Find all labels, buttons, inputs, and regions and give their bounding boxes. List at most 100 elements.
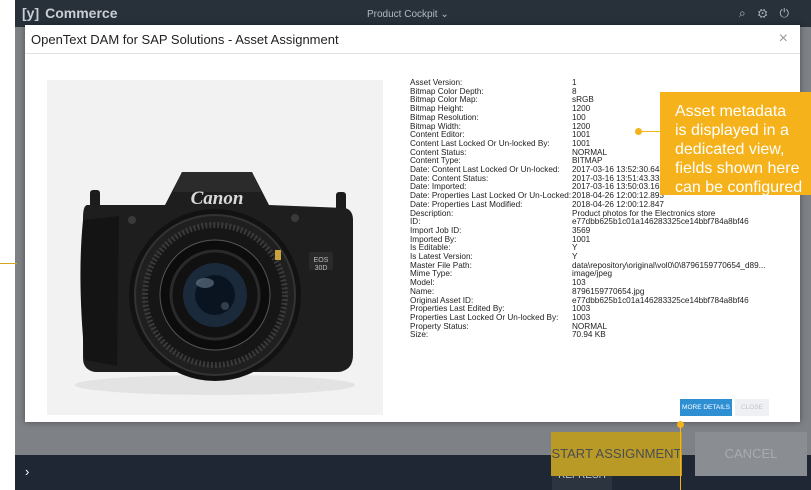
metadata-value: Product photos for the Electronics store [572,209,716,218]
dialog-header: OpenText DAM for SAP Solutions - Asset A… [25,25,800,54]
metadata-row: Properties Last Locked Or Un-locked By: 1… [410,314,790,323]
perspective-selector[interactable]: Product Cockpit ⌄ [367,9,449,20]
metadata-label: Content Type: [410,157,461,166]
metadata-value: image/jpeg [572,270,613,279]
metadata-label: ID: [410,218,421,227]
search-icon[interactable]: ⌕ [739,6,758,20]
brand: [y] Commerce [22,5,118,21]
metadata-value: Y [572,253,578,262]
cancel-button[interactable]: CANCEL [695,432,807,476]
metadata-label: Bitmap Color Depth: [410,87,484,96]
metadata-row: Property Status: NORMAL [410,323,790,332]
more-details-annotation-line [680,425,681,490]
metadata-label: Bitmap Width: [410,122,461,131]
callout-line-text: can be configured [675,179,803,195]
dialog-title: OpenText DAM for SAP Solutions - Asset A… [31,32,339,47]
metadata-label: Content Last Locked Or Un-locked By: [410,139,550,148]
metadata-value: 1003 [572,313,591,322]
metadata-label: Import Job ID: [410,226,462,235]
metadata-label: Date: Imported: [410,183,467,192]
metadata-value: 1001 [572,235,591,244]
metadata-label: Date: Properties Last Locked Or Un-Locke… [410,192,572,201]
top-icons: ⌕⚙⏻ [739,6,801,21]
metadata-row: Master File Path: data\repository\origina… [410,262,790,271]
metadata-value: 2018-04-26 12:00:12.847 [572,200,664,209]
metadata-row: Name: 8796159770654.jpg [410,288,790,297]
metadata-label: Name: [410,287,435,296]
bottom-bar: › [15,455,811,490]
callout-connector-line [640,131,661,132]
annotation-line-left [0,263,17,264]
metadata-label: Mime Type: [410,270,453,279]
metadata-label: Date: Content Last Locked Or Un-locked: [410,166,560,175]
metadata-label: Imported By: [410,235,457,244]
brand-name: Commerce [45,5,118,21]
metadata-value: 8796159770654.jpg [572,287,645,296]
metadata-label: Size: [410,331,429,340]
metadata-value: 3569 [572,226,591,235]
camera-image: Canon EOS 30D [47,80,383,415]
callout-line-text: dedicated view, [675,141,785,158]
metadata-row: Model: 103 [410,279,790,288]
callout-line-text: fields shown here [675,160,800,177]
callout-line-text: is displayed in a [675,122,789,139]
metadata-row: Asset Version: 1 [410,79,790,88]
metadata-value: 70.94 KB [572,331,606,340]
metadata-label: Model: [410,279,435,288]
metadata-row: Is Editable: Y [410,244,790,253]
metadata-value: e77dbb625b1c01a146283325ce14bbf784a8bf46 [572,296,749,305]
metadata-row: Import Job ID: 3569 [410,227,790,236]
settings-icon[interactable]: ⚙ [758,6,780,20]
metadata-value: 103 [572,279,586,288]
perspective-label: Product Cockpit [367,9,438,20]
metadata-label: Is Editable: [410,244,451,253]
metadata-value: Y [572,244,578,253]
metadata-label: Date: Content Status: [410,174,489,183]
metadata-callout: Asset metadata is displayed in a dedicated… [660,92,811,195]
metadata-row: Description: Product photos for the Elect… [410,210,790,219]
metadata-label: Description: [410,209,454,218]
svg-text:EOS: EOS [314,257,329,264]
svg-text:30D: 30D [315,265,328,272]
metadata-row: Is Latest Version: Y [410,253,790,262]
metadata-label: Bitmap Color Map: [410,96,478,105]
metadata-label: Content Status: [410,148,467,157]
metadata-row: Original Asset ID: e77dbb625b1c01a1462833… [410,297,790,306]
callout-connector-dot [635,128,642,135]
asset-assignment-dialog: OpenText DAM for SAP Solutions - Asset A… [25,25,800,422]
metadata-row: Date: Properties Last Modified: 2018-04-2… [410,201,790,210]
metadata-label: Master File Path: [410,261,472,270]
metadata-label: Property Status: [410,322,469,331]
metadata-label: Bitmap Height: [410,105,464,114]
metadata-row: Mime Type: image/jpeg [410,270,790,279]
metadata-row: Imported By: 1001 [410,236,790,245]
metadata-value: 1 [572,79,577,87]
metadata-value: e77dbb625b1c01a146283325ce14bbf784a8bf46 [572,218,749,227]
metadata-label: Original Asset ID: [410,296,474,305]
close-button[interactable]: CLOSE [735,399,769,416]
start-assignment-button[interactable]: START ASSIGNMENT [551,432,682,476]
metadata-value: data\repository\original\vol0\0\87961597… [572,261,766,270]
metadata-label: Is Latest Version: [410,253,473,262]
metadata-row: Properties Last Edited By: 1003 [410,305,790,314]
svg-text:Canon: Canon [191,188,244,209]
metadata-row: ID: e77dbb625b1c01a146283325ce14bbf784a8b… [410,218,790,227]
metadata-label: Properties Last Edited By: [410,305,505,314]
close-icon[interactable]: × [779,30,788,48]
metadata-label: Content Editor: [410,131,465,140]
metadata-value: 1003 [572,305,591,314]
metadata-label: Bitmap Resolution: [410,113,479,122]
top-bar: [y] Commerce Product Cockpit ⌄ ⌕⚙⏻ [15,0,811,27]
metadata-label: Asset Version: [410,79,463,87]
metadata-value: NORMAL [572,322,608,331]
sap-logo-icon: [y] [22,5,40,21]
metadata-label: Properties Last Locked Or Un-locked By: [410,313,559,322]
chevron-down-icon: ⌄ [440,9,449,20]
more-details-button[interactable]: MORE DETAILS [680,399,732,416]
callout-line-text: Asset metadata [675,103,787,120]
asset-preview-image: Canon EOS 30D [47,80,383,415]
metadata-row: Size: 70.94 KB [410,331,790,340]
metadata-label: Date: Properties Last Modified: [410,200,523,209]
chevron-right-icon[interactable]: › [25,464,29,479]
power-icon[interactable]: ⏻ [780,6,802,20]
